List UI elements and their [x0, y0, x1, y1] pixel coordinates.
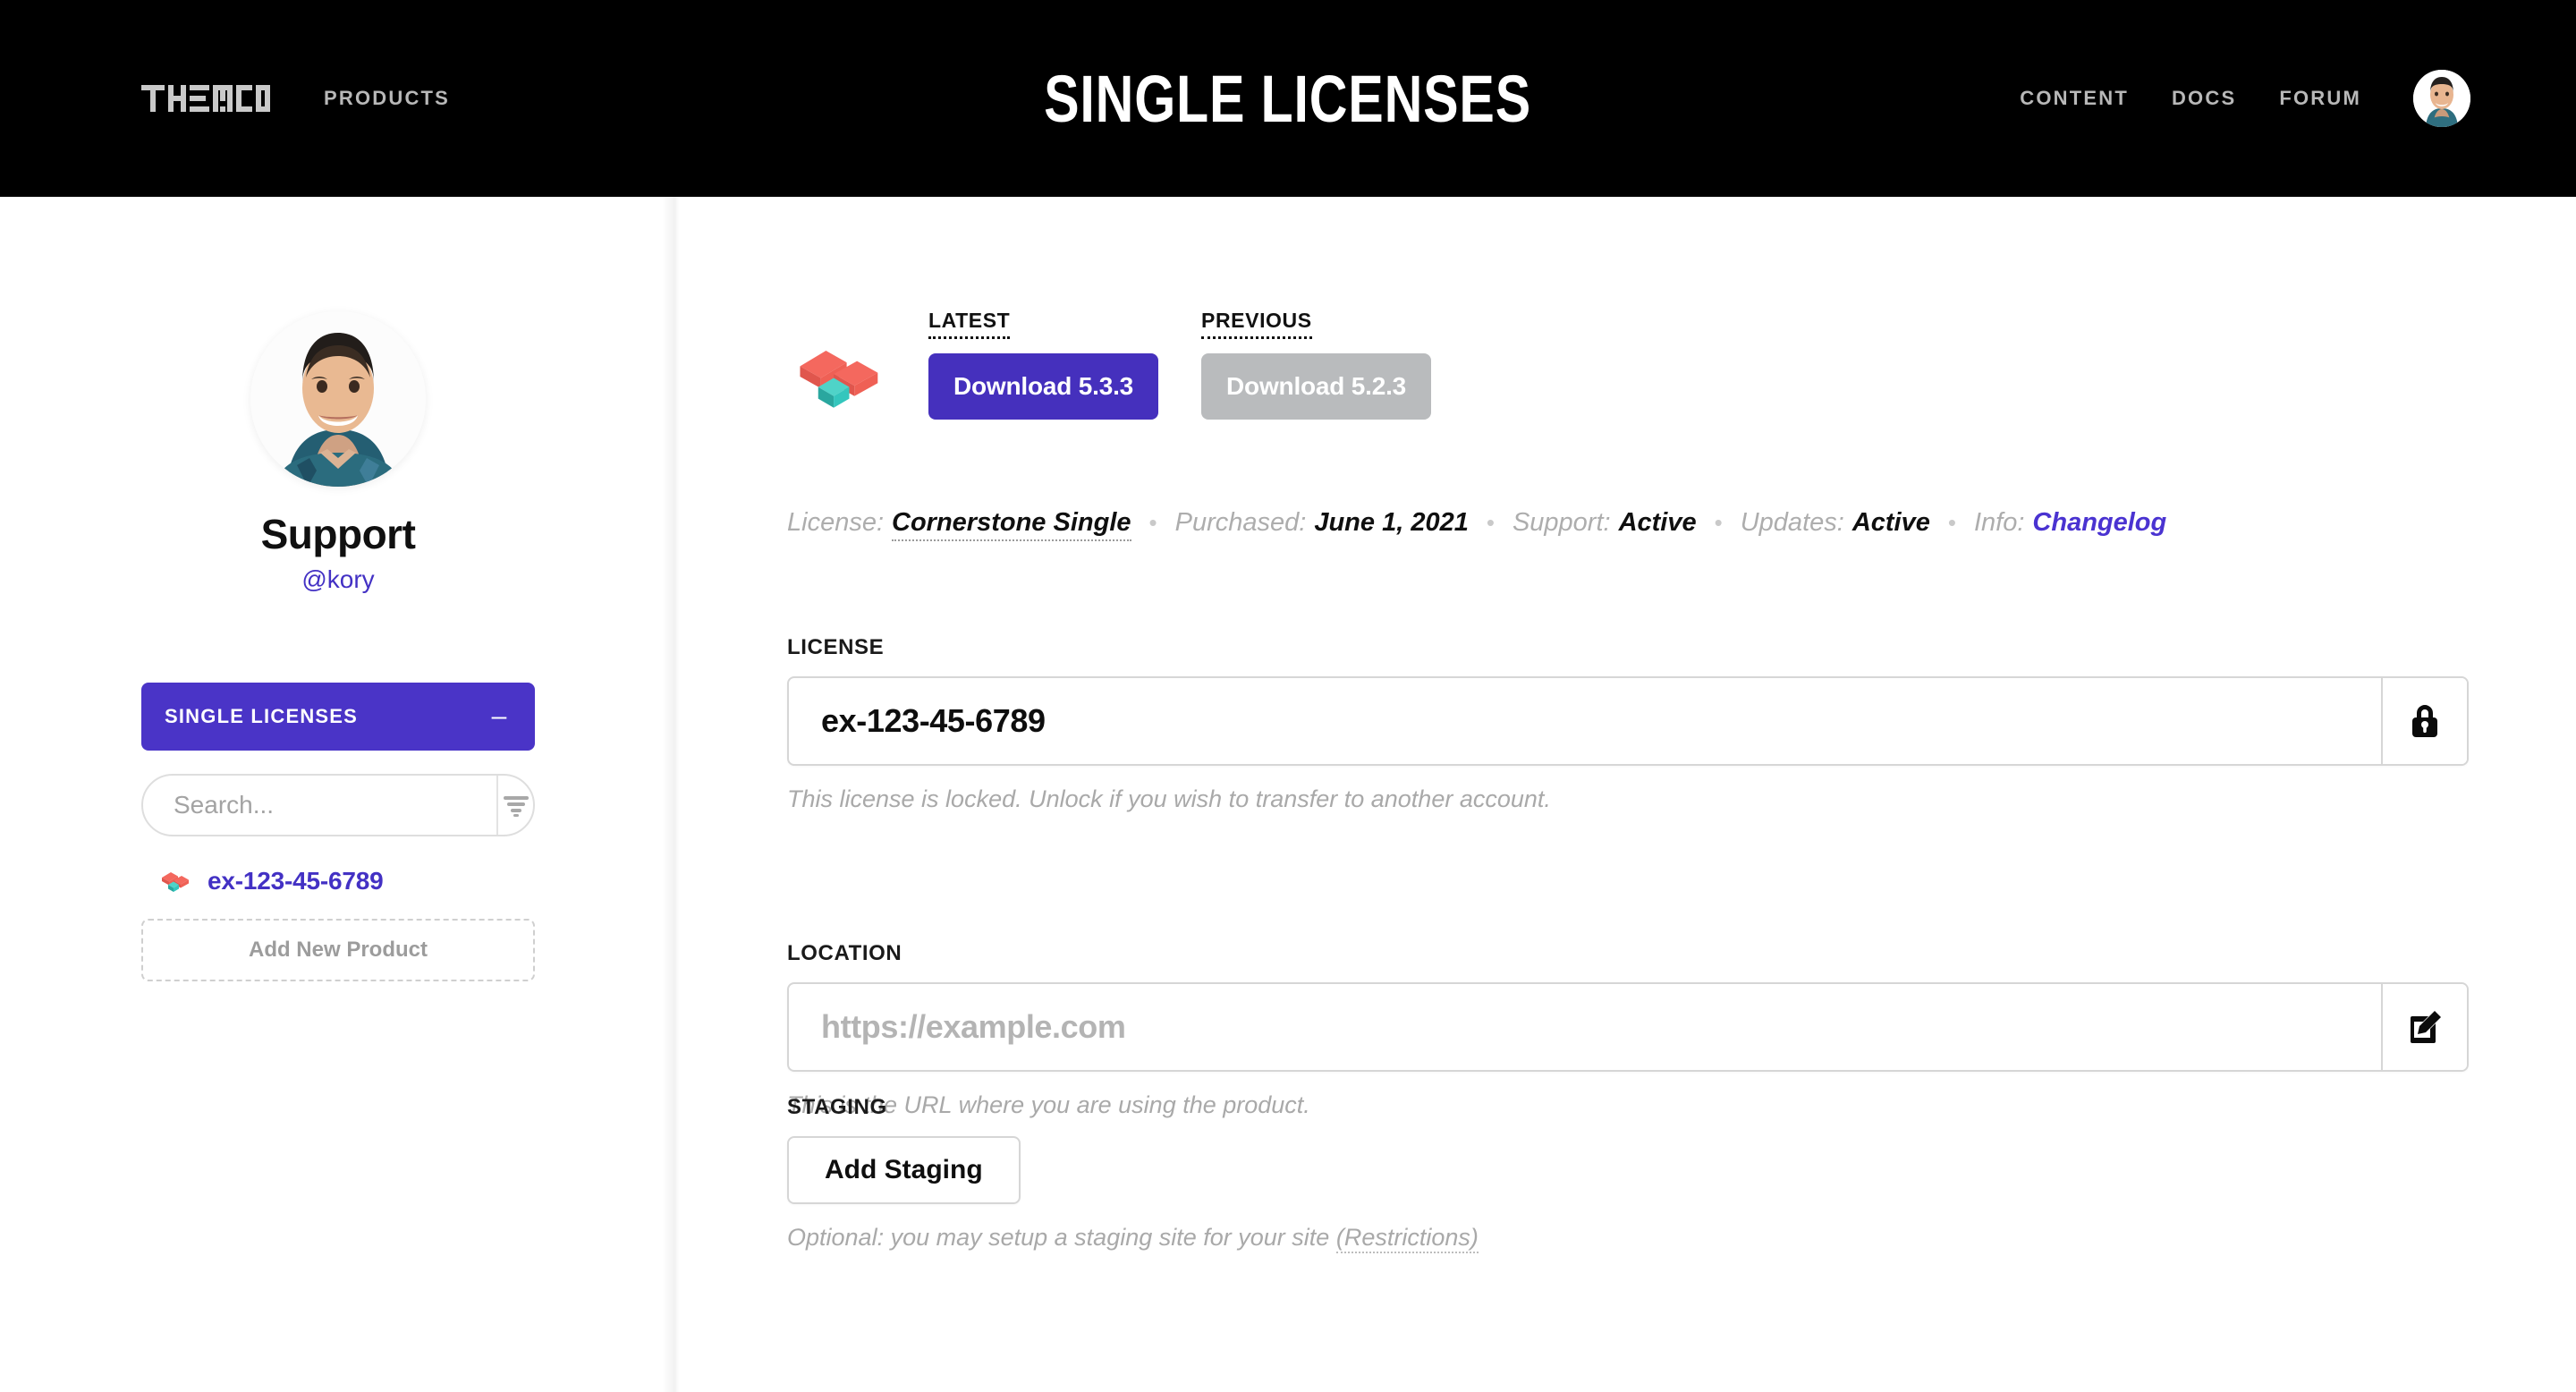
cornerstone-product-icon: [162, 872, 189, 892]
list-item-label: ex-123-45-6789: [208, 867, 384, 895]
restrictions-link[interactable]: (Restrictions): [1335, 1224, 1479, 1253]
list-item[interactable]: ex-123-45-6789: [141, 858, 535, 904]
location-field-control: [787, 982, 2469, 1072]
meta-separator: •: [1947, 509, 1956, 536]
user-avatar-icon: [2413, 70, 2470, 127]
staging-field-note: Optional: you may setup a staging site f…: [787, 1224, 2469, 1253]
license-field-group: LICENSE This license is locked. Unlock i…: [787, 635, 2469, 813]
edit-pencil-icon: [2411, 1011, 2441, 1043]
minus-icon[interactable]: –: [487, 703, 512, 730]
download-previous-group: PREVIOUS Download 5.2.3: [1201, 309, 1432, 420]
avatar[interactable]: [2413, 70, 2470, 127]
sidebar: Support @kory SINGLE LICENSES – Search..…: [0, 197, 676, 1392]
download-previous-label: PREVIOUS: [1201, 309, 1312, 339]
add-staging-button[interactable]: Add Staging: [787, 1136, 1021, 1204]
main-content: LATEST Download 5.3.3 PREVIOUS Download …: [680, 197, 2576, 1392]
staging-field-label: STAGING: [787, 1095, 887, 1119]
profile-handle[interactable]: @kory: [301, 565, 374, 594]
sidebar-section-label: SINGLE LICENSES: [165, 705, 359, 727]
staging-note-text: Optional: you may setup a staging site f…: [787, 1224, 1336, 1251]
meta-separator: •: [1148, 509, 1157, 536]
page-title-text: SINGLE LICENSES: [1044, 61, 1532, 136]
location-field-group: LOCATION This is the URL where you are u…: [787, 941, 2469, 1119]
meta-value-purchased: June 1, 2021: [1314, 508, 1469, 537]
site-header: PRODUCTS SINGLE LICENSES CONTENT DOCS FO…: [0, 0, 2576, 197]
meta-value-updates: Active: [1852, 508, 1930, 537]
cornerstone-product-icon: [800, 351, 878, 408]
header-left-group: PRODUCTS: [141, 0, 450, 197]
add-new-product-button[interactable]: Add New Product: [141, 919, 535, 981]
user-avatar-icon: [250, 311, 426, 487]
header-nav-content[interactable]: CONTENT: [2020, 87, 2129, 110]
meta-value-support: Active: [1618, 508, 1697, 537]
location-field-label: LOCATION: [787, 941, 902, 965]
search-input[interactable]: [143, 776, 496, 835]
product-header: LATEST Download 5.3.3 PREVIOUS Download …: [787, 309, 1432, 420]
header-nav-products[interactable]: PRODUCTS: [324, 87, 450, 110]
profile-name: Support: [260, 511, 416, 557]
download-previous-button[interactable]: Download 5.2.3: [1201, 353, 1432, 420]
license-meta-row: License: Cornerstone Single • Purchased:…: [787, 508, 2166, 541]
themeco-logo-icon: [141, 85, 270, 112]
license-lock-button[interactable]: [2381, 678, 2467, 764]
meta-key-info: Info:: [1973, 508, 2025, 537]
meta-key-updates: Updates:: [1740, 508, 1844, 537]
header-right-group: CONTENT DOCS FORUM: [2020, 0, 2470, 197]
license-field-control: [787, 676, 2469, 766]
filter-icon: [503, 796, 529, 817]
header-nav-forum[interactable]: FORUM: [2279, 87, 2361, 110]
changelog-link[interactable]: Changelog: [2032, 508, 2166, 538]
themeco-logo-link[interactable]: [141, 85, 270, 112]
license-field-note: This license is locked. Unlock if you wi…: [787, 785, 1551, 812]
meta-separator: •: [1714, 509, 1723, 536]
header-nav-docs[interactable]: DOCS: [2172, 87, 2236, 110]
location-edit-button[interactable]: [2381, 984, 2467, 1070]
sidebar-section-single-licenses: SINGLE LICENSES – Search... ex-123-45-67…: [141, 683, 535, 981]
meta-key-license: License:: [787, 508, 885, 537]
profile-avatar[interactable]: [250, 311, 426, 487]
lock-icon: [2412, 705, 2437, 737]
staging-field-group: STAGING Add Staging Optional: you may se…: [787, 1095, 2469, 1253]
sidebar-search-row: [141, 774, 535, 836]
meta-key-purchased: Purchased:: [1174, 508, 1307, 537]
filter-button[interactable]: [496, 776, 533, 835]
download-latest-button[interactable]: Download 5.3.3: [928, 353, 1159, 420]
license-field-label: LICENSE: [787, 635, 885, 659]
license-input[interactable]: [789, 678, 2381, 764]
download-latest-group: LATEST Download 5.3.3: [928, 309, 1159, 420]
location-input[interactable]: [789, 984, 2381, 1070]
sidebar-license-list: ex-123-45-6789 Add New Product: [141, 858, 535, 981]
meta-key-support: Support:: [1512, 508, 1611, 537]
meta-separator: •: [1486, 509, 1495, 536]
sidebar-section-header[interactable]: SINGLE LICENSES –: [141, 683, 535, 751]
download-latest-label: LATEST: [928, 309, 1011, 339]
meta-value-license: Cornerstone Single: [892, 508, 1131, 541]
sidebar-profile: Support @kory: [0, 197, 676, 594]
